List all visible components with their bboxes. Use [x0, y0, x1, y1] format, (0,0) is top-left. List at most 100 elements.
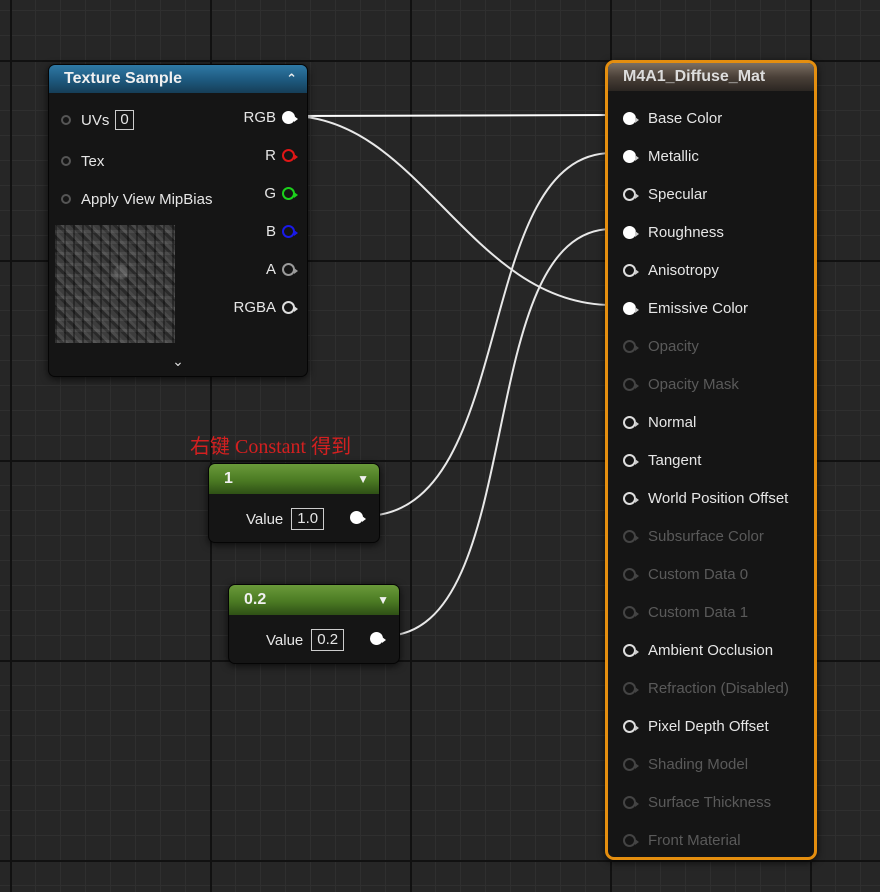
rgba-output-pin[interactable]: RGBA: [233, 297, 298, 317]
uvs-label: UVs: [81, 111, 110, 129]
material-node-title: M4A1_Diffuse_Mat: [623, 68, 766, 85]
ambient-occlusion-pin-icon[interactable]: [623, 643, 639, 657]
material-result-node[interactable]: M4A1_Diffuse_Mat Base Color Metallic Specu…: [605, 60, 817, 860]
material-input-shading-model[interactable]: Shading Model: [623, 754, 748, 774]
constant-node-1-header[interactable]: 1 ▼: [209, 464, 379, 494]
material-input-opacity-mask[interactable]: Opacity Mask: [623, 374, 739, 394]
chevron-down-icon[interactable]: ▼: [357, 472, 369, 486]
subsurface-color-pin-icon[interactable]: [623, 529, 639, 543]
emissive-color-pin-icon[interactable]: [623, 301, 639, 315]
surface-thickness-pin-icon[interactable]: [623, 795, 639, 809]
surface-thickness-label: Surface Thickness: [648, 793, 772, 811]
normal-label: Normal: [648, 413, 697, 431]
constant-node-2-value-field[interactable]: 0.2: [311, 629, 345, 651]
roughness-label: Roughness: [648, 223, 724, 241]
material-input-custom-data-0[interactable]: Custom Data 0: [623, 564, 748, 584]
chevron-down-icon[interactable]: ⌄: [49, 353, 307, 370]
constant-node-1-value-row: Value 1.0: [246, 508, 325, 530]
tex-label: Tex: [81, 152, 105, 170]
constant-node-2-output-pin[interactable]: [370, 632, 386, 645]
material-input-base-color[interactable]: Base Color: [623, 108, 722, 128]
rgb-output-pin-icon[interactable]: [282, 110, 298, 124]
rgba-output-pin-icon[interactable]: [282, 300, 298, 314]
constant-node-1-output-pin[interactable]: [350, 511, 366, 524]
normal-pin-icon[interactable]: [623, 415, 639, 429]
material-input-metallic[interactable]: Metallic: [623, 146, 699, 166]
tex-pin-icon[interactable]: [61, 156, 71, 166]
material-input-specular[interactable]: Specular: [623, 184, 707, 204]
material-input-world-position-offset[interactable]: World Position Offset: [623, 488, 788, 508]
world-position-offset-pin-icon[interactable]: [623, 491, 639, 505]
front-material-pin-icon[interactable]: [623, 833, 639, 847]
texture-sample-title: Texture Sample: [64, 70, 182, 87]
r-output-pin[interactable]: R: [265, 145, 298, 165]
shading-model-label: Shading Model: [648, 755, 749, 773]
r-output-pin-icon[interactable]: [282, 148, 298, 162]
uvs-pin-icon[interactable]: [61, 115, 71, 125]
texture-sample-header[interactable]: Texture Sample ⌃: [49, 65, 307, 93]
tex-input-pin[interactable]: Tex: [61, 151, 104, 171]
material-input-roughness[interactable]: Roughness: [623, 222, 724, 242]
apply-view-mipbias-pin-icon[interactable]: [61, 194, 71, 204]
material-node-header[interactable]: M4A1_Diffuse_Mat: [608, 63, 814, 91]
base-color-label: Base Color: [648, 109, 723, 127]
uvs-value-field[interactable]: 0: [115, 110, 134, 130]
material-input-anisotropy[interactable]: Anisotropy: [623, 260, 719, 280]
material-input-pixel-depth-offset[interactable]: Pixel Depth Offset: [623, 716, 769, 736]
texture-preview-thumbnail: [55, 225, 175, 343]
constant-node-1-value-field[interactable]: 1.0: [291, 508, 325, 530]
ambient-occlusion-label: Ambient Occlusion: [648, 641, 774, 659]
world-position-offset-label: World Position Offset: [648, 489, 789, 507]
wire-const1-to-metallic: [363, 152, 613, 517]
material-input-front-material[interactable]: Front Material: [623, 830, 741, 850]
base-color-pin-icon[interactable]: [623, 111, 639, 125]
anisotropy-pin-icon[interactable]: [623, 263, 639, 277]
g-output-pin-icon[interactable]: [282, 186, 298, 200]
custom-data-1-label: Custom Data 1: [648, 603, 749, 621]
chevron-down-icon[interactable]: ▼: [377, 593, 389, 607]
material-input-subsurface-color[interactable]: Subsurface Color: [623, 526, 764, 546]
uvs-input-pin[interactable]: UVs 0: [61, 110, 134, 130]
material-input-opacity[interactable]: Opacity: [623, 336, 699, 356]
custom-data-0-pin-icon[interactable]: [623, 567, 639, 581]
anisotropy-label: Anisotropy: [648, 261, 719, 279]
b-output-pin-icon[interactable]: [282, 224, 298, 238]
chevron-up-icon[interactable]: ⌃: [286, 71, 297, 87]
refraction-disabled-pin-icon[interactable]: [623, 681, 639, 695]
pixel-depth-offset-pin-icon[interactable]: [623, 719, 639, 733]
custom-data-1-pin-icon[interactable]: [623, 605, 639, 619]
constant-node-2[interactable]: 0.2 ▼ Value 0.2: [228, 584, 400, 664]
rgb-output-pin[interactable]: RGB: [243, 107, 298, 127]
annotation-text: 右键 Constant 得到: [190, 436, 352, 458]
material-input-ambient-occlusion[interactable]: Ambient Occlusion: [623, 640, 773, 660]
material-input-custom-data-1[interactable]: Custom Data 1: [623, 602, 748, 622]
material-input-tangent[interactable]: Tangent: [623, 450, 701, 470]
g-output-pin[interactable]: G: [264, 183, 298, 203]
material-input-surface-thickness[interactable]: Surface Thickness: [623, 792, 771, 812]
specular-pin-icon[interactable]: [623, 187, 639, 201]
apply-view-mipbias-input-pin[interactable]: Apply View MipBias: [61, 189, 212, 209]
a-output-pin-icon[interactable]: [282, 262, 298, 276]
constant-node-1[interactable]: 1 ▼ Value 1.0: [208, 463, 380, 543]
tangent-pin-icon[interactable]: [623, 453, 639, 467]
a-output-label: A: [265, 260, 276, 278]
rgb-output-label: RGB: [243, 108, 276, 126]
constant-node-2-header[interactable]: 0.2 ▼: [229, 585, 399, 615]
opacity-pin-icon[interactable]: [623, 339, 639, 353]
opacity-mask-pin-icon[interactable]: [623, 377, 639, 391]
metallic-pin-icon[interactable]: [623, 149, 639, 163]
metallic-label: Metallic: [648, 147, 699, 165]
material-input-emissive-color[interactable]: Emissive Color: [623, 298, 748, 318]
refraction-disabled-label: Refraction (Disabled): [648, 679, 789, 697]
b-output-pin[interactable]: B: [265, 221, 298, 241]
material-input-normal[interactable]: Normal: [623, 412, 696, 432]
texture-sample-node[interactable]: Texture Sample ⌃ UVs 0 Tex Apply View Mi…: [48, 64, 308, 377]
material-input-refraction-disabled[interactable]: Refraction (Disabled): [623, 678, 789, 698]
shading-model-pin-icon[interactable]: [623, 757, 639, 771]
b-output-label: B: [265, 222, 276, 240]
a-output-pin[interactable]: A: [265, 259, 298, 279]
roughness-pin-icon[interactable]: [623, 225, 639, 239]
wire-rgb-to-base-color: [289, 114, 613, 117]
custom-data-0-label: Custom Data 0: [648, 565, 749, 583]
g-output-label: G: [264, 184, 276, 202]
